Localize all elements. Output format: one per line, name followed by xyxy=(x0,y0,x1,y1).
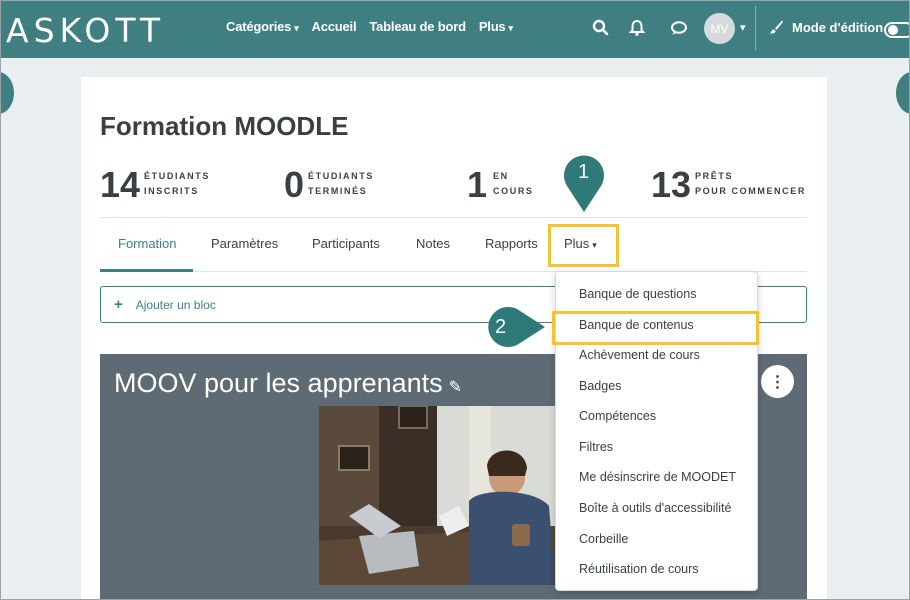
menu-item-accessibility-toolkit[interactable]: Boîte à outils d'accessibilité xyxy=(579,501,731,515)
plus-icon: + xyxy=(114,296,123,313)
section-title: MOOV pour les apprenants ✎ xyxy=(114,368,462,399)
brush-icon xyxy=(770,20,783,34)
step-marker-1-label: 1 xyxy=(578,161,590,183)
stat-enrolled: 14 ÉTUDIANTS INSCRITS xyxy=(100,166,210,204)
tab-parametres[interactable]: Paramètres xyxy=(211,236,278,251)
search-icon[interactable] xyxy=(591,18,611,38)
active-tab-indicator xyxy=(100,269,193,272)
chevron-down-icon[interactable]: ▾ xyxy=(740,21,746,34)
menu-item-question-bank[interactable]: Banque de questions xyxy=(579,287,696,301)
kebab-menu-icon[interactable]: ⋮ xyxy=(761,365,794,398)
stat-label-line1: EN xyxy=(493,170,509,181)
stat-label: PRÊTS POUR COMMENCER xyxy=(695,169,806,199)
menu-item-course-reuse[interactable]: Réutilisation de cours xyxy=(579,562,699,576)
edit-mode-toggle[interactable] xyxy=(884,22,910,38)
message-icon[interactable] xyxy=(669,18,689,38)
menu-item-course-completion[interactable]: Achèvement de cours xyxy=(579,348,700,362)
nav-dashboard[interactable]: Tableau de bord xyxy=(369,19,466,34)
section-title-text: MOOV pour les apprenants xyxy=(114,368,443,398)
stat-label-line1: ÉTUDIANTS xyxy=(308,170,374,181)
stat-label-line1: ÉTUDIANTS xyxy=(144,170,210,181)
top-navbar: ASKOTT Catégories ▾ Accueil Tableau de bo… xyxy=(0,0,910,58)
stat-value: 1 xyxy=(467,164,488,205)
menu-item-competencies[interactable]: Compétences xyxy=(579,409,656,423)
pencil-icon[interactable]: ✎ xyxy=(449,379,462,396)
brand-logo[interactable]: ASKOTT xyxy=(6,11,165,50)
nav-links: Catégories ▾ Accueil Tableau de bord Plus… xyxy=(226,19,513,34)
stat-label-line1: PRÊTS xyxy=(695,170,734,181)
menu-item-filters[interactable]: Filtres xyxy=(579,440,613,454)
course-photo xyxy=(319,406,555,585)
stat-label-line2: INSCRITS xyxy=(144,185,199,196)
chevron-down-icon: ▾ xyxy=(294,23,299,33)
stat-in-progress: 1 EN COURS xyxy=(467,166,534,204)
stat-label-line2: COURS xyxy=(493,185,534,196)
stat-label: EN COURS xyxy=(493,169,534,199)
edit-mode-label: Mode d'édition xyxy=(792,19,884,35)
drawer-toggle-right[interactable] xyxy=(896,72,910,114)
course-image xyxy=(319,406,555,585)
highlight-box xyxy=(548,224,619,267)
stat-ready: 13 PRÊTS POUR COMMENCER xyxy=(651,166,806,204)
stat-value: 14 xyxy=(100,164,141,205)
menu-item-recycle-bin[interactable]: Corbeille xyxy=(579,532,628,546)
highlight-box xyxy=(552,311,759,345)
stat-value: 13 xyxy=(651,164,692,205)
tab-participants[interactable]: Participants xyxy=(312,236,380,251)
step-marker-2-icon xyxy=(488,307,545,347)
nav-home[interactable]: Accueil xyxy=(312,19,357,34)
add-block-label: Ajouter un bloc xyxy=(135,297,216,312)
stat-label-line2: POUR COMMENCER xyxy=(695,185,806,196)
nav-categories-label: Catégories xyxy=(226,19,292,34)
nav-categories[interactable]: Catégories ▾ xyxy=(226,19,299,34)
edit-mode: Mode d'édition xyxy=(768,19,883,35)
stat-label-line2: TERMINÉS xyxy=(308,185,368,196)
stat-label: ÉTUDIANTS INSCRITS xyxy=(144,169,210,199)
avatar[interactable]: MV xyxy=(704,13,735,44)
tab-notes[interactable]: Notes xyxy=(416,236,450,251)
drawer-toggle-left[interactable] xyxy=(0,72,14,114)
tab-rapports[interactable]: Rapports xyxy=(485,236,538,251)
stat-label: ÉTUDIANTS TERMINÉS xyxy=(308,169,374,199)
chevron-down-icon: ▾ xyxy=(508,23,513,33)
nav-more[interactable]: Plus ▾ xyxy=(479,19,513,34)
stat-completed: 0 ÉTUDIANTS TERMINÉS xyxy=(284,166,374,204)
menu-item-badges[interactable]: Badges xyxy=(579,379,621,393)
divider xyxy=(100,217,807,218)
step-marker-2-label: 2 xyxy=(495,316,507,338)
bell-icon[interactable] xyxy=(627,18,647,38)
stat-value: 0 xyxy=(284,164,305,205)
menu-item-unenrol[interactable]: Me désinscrire de MOODET xyxy=(579,470,736,484)
divider xyxy=(755,6,756,50)
page-title: Formation MOODLE xyxy=(100,111,349,141)
tab-formation[interactable]: Formation xyxy=(118,236,177,251)
nav-more-label: Plus xyxy=(478,19,506,34)
